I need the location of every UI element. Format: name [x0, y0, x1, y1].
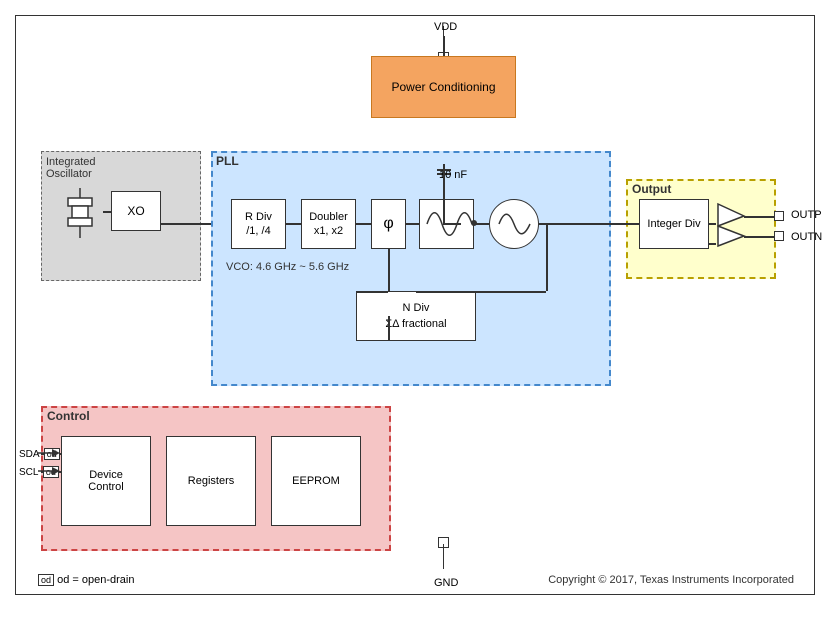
cap-h-line: [443, 223, 461, 225]
power-conditioning-label: Power Conditioning: [391, 80, 495, 94]
crystal-symbol: [58, 186, 103, 241]
eeprom-block: EEPROM: [271, 436, 361, 526]
device-control-label: DeviceControl: [88, 469, 123, 493]
doubler-label: Doublerx1, x2: [309, 210, 348, 239]
registers-block: Registers: [166, 436, 256, 526]
junction-dot: [471, 220, 477, 226]
footer-legend: od od = open-drain: [36, 574, 134, 586]
vco-intdiv-line: [614, 223, 639, 225]
vco-wave-icon: [497, 209, 532, 239]
eeprom-label: EEPROM: [292, 475, 340, 487]
vco-label: VCO: 4.6 GHz ~ 5.6 GHz: [226, 261, 349, 273]
phi-lpf-line: [406, 223, 419, 225]
buffer-triangle: [716, 199, 751, 249]
scl-arrow: [38, 464, 60, 478]
intdiv-buf-top: [709, 223, 716, 225]
doubler-phi-line: [356, 223, 371, 225]
outn-label: OUTN: [791, 231, 822, 243]
rdiv-block: R Div/1, /4: [231, 199, 286, 249]
ndiv-label: N DivΣΔ fractional: [385, 300, 446, 333]
registers-label: Registers: [188, 475, 234, 487]
pll-label: PLL: [216, 154, 239, 168]
output-label: Output: [632, 182, 671, 196]
vco-ndiv-v-line: [546, 223, 548, 291]
outn-square: [774, 231, 784, 241]
intdiv-buf-bot: [709, 243, 716, 245]
integrated-oscillator-label: IntegratedOscillator: [46, 156, 96, 180]
doubler-block: Doublerx1, x2: [301, 199, 356, 249]
rdiv-doubler-line: [286, 223, 301, 225]
intdiv-label: Integer Div: [647, 218, 700, 230]
phi-block: φ: [371, 199, 406, 249]
main-diagram: VDD Power Conditioning IntegratedOscilla…: [15, 15, 815, 595]
crystal-xo-line: [103, 211, 111, 213]
phi-label: φ: [383, 215, 393, 233]
control-label: Control: [47, 409, 90, 423]
power-conditioning-block: Power Conditioning: [371, 56, 516, 118]
outp-square: [774, 211, 784, 221]
vco-block: [489, 199, 539, 249]
device-control-block: DeviceControl: [61, 436, 151, 526]
footer-legend-text: od = open-drain: [57, 574, 134, 586]
gnd-line: [443, 544, 444, 569]
vco-out-line: [539, 223, 614, 225]
gnd-label: GND: [434, 577, 458, 589]
vdd-connect-line: [443, 36, 445, 56]
intdiv-block: Integer Div: [639, 199, 709, 249]
outp-label: OUTP: [791, 209, 822, 221]
sda-arrow: [38, 446, 60, 460]
ndiv-phi-v-line: [388, 316, 390, 341]
vdd-label: VDD: [434, 21, 457, 33]
od-badge-legend: od: [38, 574, 54, 586]
copyright-text: Copyright © 2017, Texas Instruments Inco…: [548, 574, 794, 586]
rdiv-label: R Div/1, /4: [245, 210, 272, 239]
ndiv-block: N DivΣΔ fractional: [356, 291, 476, 341]
phi-feedback-v: [388, 249, 390, 291]
ndiv-phi-connect: [356, 291, 388, 293]
xo-block: XO: [111, 191, 161, 231]
xo-label: XO: [127, 204, 144, 218]
cap-bottom-line: [443, 182, 445, 223]
ndiv-top-line: [416, 291, 546, 293]
